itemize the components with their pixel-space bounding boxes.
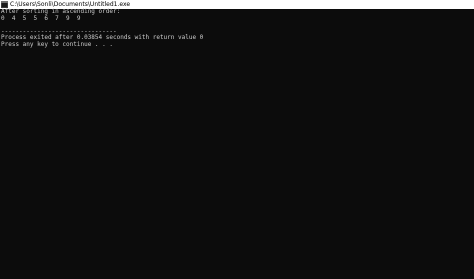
console-window: C:\Users\Sonli\Documents\Untitled1.exe A…: [0, 0, 474, 279]
console-line: 0 4 5 5 6 7 9 9: [1, 14, 81, 22]
console-line: Press any key to continue . . .: [1, 40, 113, 48]
console-app-icon: [1, 1, 8, 8]
console-output[interactable]: After sorting in ascending order: 0 4 5 …: [0, 8, 474, 279]
